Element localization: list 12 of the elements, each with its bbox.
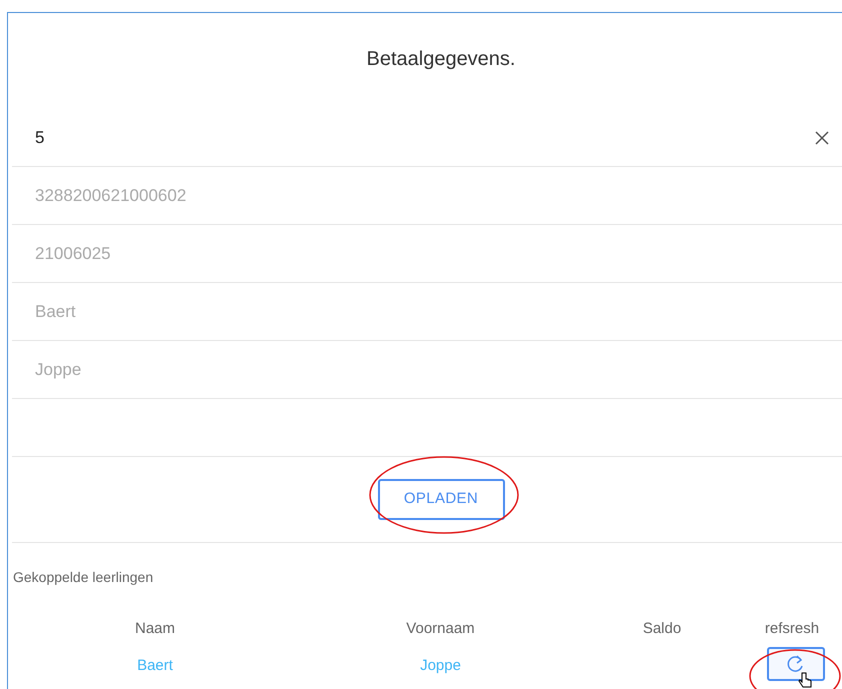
- hand-cursor-icon: [797, 672, 813, 689]
- close-icon[interactable]: [814, 130, 830, 146]
- section-heading: Gekoppelde leerlingen: [12, 568, 154, 587]
- upload-button[interactable]: OPLADEN: [378, 479, 504, 520]
- column-header: refsresh: [764, 620, 820, 637]
- column-header: Saldo: [642, 620, 682, 637]
- column-header: Voornaam: [406, 620, 475, 637]
- refresh-button[interactable]: [767, 646, 825, 680]
- dialog-title: Betaalgegevens.: [366, 47, 516, 72]
- column-header: Naam: [134, 620, 175, 637]
- table-cell-link[interactable]: Baert: [137, 656, 173, 674]
- table-cell-link[interactable]: Joppe: [420, 656, 461, 674]
